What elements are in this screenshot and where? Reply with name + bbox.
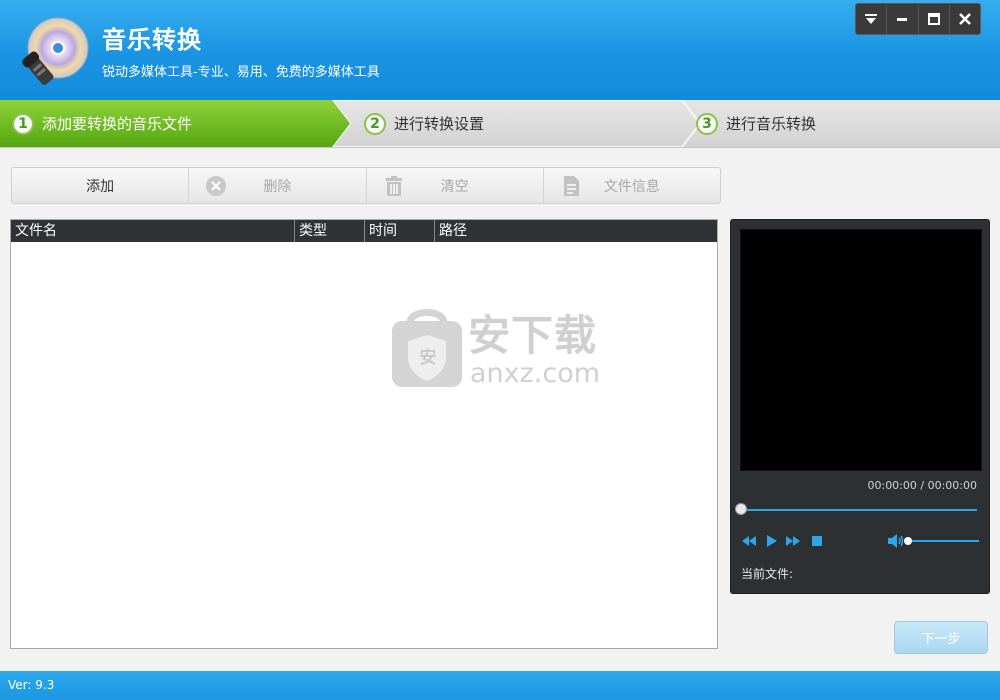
volume-slider-handle[interactable] [904, 537, 912, 545]
anxz-watermark: 安 安下载 anxz.com [390, 307, 610, 391]
column-header-filename[interactable]: 文件名 [11, 220, 295, 242]
maximize-button[interactable] [919, 4, 950, 34]
close-button[interactable] [950, 4, 980, 34]
minimize-icon [897, 18, 908, 21]
play-icon[interactable] [764, 533, 780, 549]
volume-icon[interactable] [887, 533, 905, 549]
column-header-path[interactable]: 路径 [435, 220, 717, 242]
step-number-badge: 2 [364, 112, 386, 135]
step-3-convert[interactable]: 3 进行音乐转换 [696, 100, 816, 147]
watermark-badge-text: 安 [419, 348, 437, 368]
app-logo-disc-icon [16, 14, 92, 90]
playback-timecode: 00:00:00 / 00:00:00 [867, 479, 977, 492]
seek-bar-handle[interactable] [735, 503, 747, 515]
file-list-table[interactable]: 文件名 类型 时间 路径 [10, 219, 718, 649]
column-header-type[interactable]: 类型 [295, 220, 365, 242]
rewind-icon[interactable] [741, 533, 757, 549]
add-button[interactable]: 添加 [12, 168, 190, 203]
step-label: 添加要转换的音乐文件 [42, 115, 193, 133]
close-icon [958, 13, 971, 25]
file-list-header: 文件名 类型 时间 路径 [11, 220, 717, 242]
status-bar: Ver: 9.3 [0, 671, 1000, 700]
step-number-badge: 1 [12, 112, 34, 135]
fast-forward-icon[interactable] [785, 533, 801, 549]
app-subtitle: 锐动多媒体工具-专业、易用、免费的多媒体工具 [102, 65, 380, 80]
app-title: 音乐转换 [102, 26, 202, 54]
volume-slider-track[interactable] [909, 540, 979, 542]
window-controls [855, 3, 981, 35]
title-bar: 音乐转换 锐动多媒体工具-专业、易用、免费的多媒体工具 [0, 0, 1000, 100]
clear-button-label: 清空 [440, 178, 469, 195]
step-number-badge: 3 [696, 112, 718, 135]
watermark-domain: anxz.com [470, 358, 601, 389]
clear-button[interactable]: 清空 [367, 168, 544, 203]
file-info-button[interactable]: 文件信息 [544, 168, 720, 203]
step-wizard-bar: 1 添加要转换的音乐文件 2 进行转换设置 3 进行音乐转换 [0, 100, 1000, 148]
file-toolbar: 添加 删除 清空 文件信息 [11, 167, 721, 204]
step-2-settings[interactable]: 2 进行转换设置 [364, 100, 484, 147]
version-label: Ver: 9.3 [8, 678, 55, 692]
delete-button[interactable]: 删除 [189, 168, 367, 203]
delete-button-label: 删除 [263, 178, 292, 195]
add-button-label: 添加 [86, 178, 115, 195]
next-step-button[interactable]: 下一步 [894, 621, 988, 654]
step-label: 进行音乐转换 [726, 115, 817, 133]
seek-bar-track[interactable] [741, 509, 977, 511]
column-header-time[interactable]: 时间 [365, 220, 435, 242]
media-player-panel: 00:00:00 / 00:00:00 当前文件: [730, 219, 990, 594]
step-label: 进行转换设置 [394, 115, 485, 133]
menu-dropdown-icon [865, 14, 878, 24]
maximize-icon [927, 13, 940, 25]
video-preview-screen [740, 229, 982, 471]
minimize-button[interactable] [887, 4, 919, 34]
watermark-brand: 安下载 [468, 311, 598, 360]
current-file-label: 当前文件: [741, 567, 794, 581]
file-info-button-label: 文件信息 [603, 178, 660, 195]
menu-dropdown-button[interactable] [856, 4, 888, 34]
step-1-add-files[interactable]: 1 添加要转换的音乐文件 [12, 100, 192, 147]
stop-icon[interactable] [809, 533, 825, 549]
